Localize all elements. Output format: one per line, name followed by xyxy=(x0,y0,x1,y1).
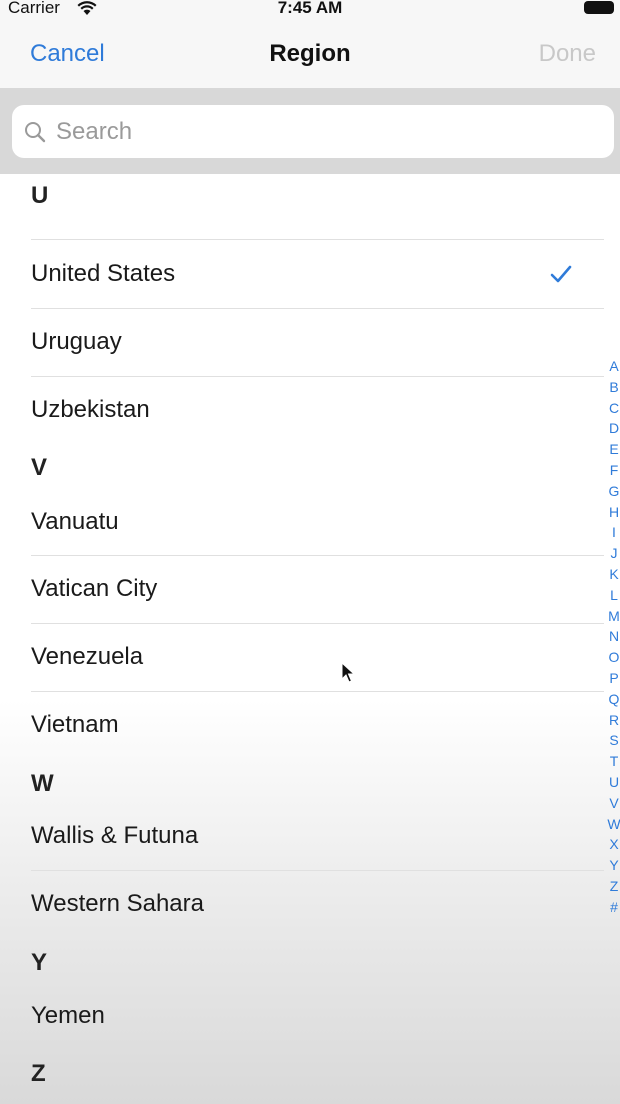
battery-icon xyxy=(584,1,614,14)
list-item-uruguay[interactable]: Uruguay xyxy=(0,309,604,376)
section-index-letter[interactable]: U xyxy=(606,772,620,793)
list-item-label: Western Sahara xyxy=(31,890,204,917)
section-index-letter[interactable]: Q xyxy=(606,689,620,710)
page-title: Region xyxy=(269,40,351,67)
region-list[interactable]: U United States Uruguay Uzbekistan V Van… xyxy=(0,174,620,1104)
list-item-vatican-city[interactable]: Vatican City xyxy=(0,556,604,623)
list-item-label: Vanuatu xyxy=(31,508,119,535)
list-item-label: Wallis & Futuna xyxy=(31,822,199,849)
section-index-letter[interactable]: H xyxy=(606,502,620,523)
section-index-letter[interactable]: N xyxy=(606,626,620,647)
section-index-letter[interactable]: W xyxy=(606,814,620,835)
clock: 7:45 AM xyxy=(277,0,343,17)
section-header-z: Z xyxy=(31,1060,46,1087)
search-icon xyxy=(25,122,46,143)
section-index-letter[interactable]: Y xyxy=(606,855,620,876)
list-item-label: Vatican City xyxy=(31,575,158,602)
section-index-letter[interactable]: D xyxy=(606,418,620,439)
section-index-letter[interactable]: # xyxy=(606,897,620,918)
list-item-yemen[interactable]: Yemen xyxy=(0,982,604,1052)
list-item-label: Uruguay xyxy=(31,328,122,355)
section-header-u: U xyxy=(31,182,49,209)
section-index-letter[interactable]: J xyxy=(606,543,620,564)
search-placeholder: Search xyxy=(56,118,133,145)
section-header-w: W xyxy=(31,770,54,797)
done-button[interactable]: Done xyxy=(539,40,596,68)
list-item-venezuela[interactable]: Venezuela xyxy=(0,624,604,691)
section-index-letter[interactable]: I xyxy=(606,522,620,543)
list-item-wallis-futuna[interactable]: Wallis & Futuna xyxy=(0,802,604,870)
search-bar: Search xyxy=(0,88,620,174)
list-item-label: United States xyxy=(31,260,176,287)
section-index[interactable]: A B C D E F G H I J K L M N O P Q R S T U V W X Y Z # xyxy=(606,356,620,918)
list-item-label: Yemen xyxy=(31,1002,105,1029)
search-input[interactable]: Search xyxy=(12,105,614,158)
list-item-vietnam[interactable]: Vietnam xyxy=(0,692,604,760)
list-item-label: Uzbekistan xyxy=(31,396,150,423)
section-index-letter[interactable]: T xyxy=(606,751,620,772)
section-index-letter[interactable]: G xyxy=(606,481,620,502)
section-header-v: V xyxy=(31,454,48,481)
section-index-letter[interactable]: C xyxy=(606,398,620,419)
section-index-letter[interactable]: F xyxy=(606,460,620,481)
checkmark-icon xyxy=(550,265,572,283)
section-index-letter[interactable]: M xyxy=(606,606,620,627)
list-item-uzbekistan[interactable]: Uzbekistan xyxy=(0,377,604,437)
section-index-letter[interactable]: L xyxy=(606,585,620,606)
section-index-letter[interactable]: X xyxy=(606,834,620,855)
section-index-letter[interactable]: P xyxy=(606,668,620,689)
list-item-vanuatu[interactable]: Vanuatu xyxy=(0,490,604,555)
status-bar: Carrier 7:45 AM xyxy=(0,0,620,20)
section-index-letter[interactable]: V xyxy=(606,793,620,814)
section-index-letter[interactable]: A xyxy=(606,356,620,377)
list-item-label: Venezuela xyxy=(31,643,144,670)
section-index-letter[interactable]: B xyxy=(606,377,620,398)
mouse-cursor-icon xyxy=(341,662,355,683)
section-header-y: Y xyxy=(31,949,48,976)
list-item-label: Vietnam xyxy=(31,711,119,738)
section-index-letter[interactable]: E xyxy=(606,439,620,460)
list-item-western-sahara[interactable]: Western Sahara xyxy=(0,871,604,939)
section-index-letter[interactable]: S xyxy=(606,730,620,751)
section-index-letter[interactable]: K xyxy=(606,564,620,585)
section-index-letter[interactable]: O xyxy=(606,647,620,668)
list-item-united-states[interactable]: United States xyxy=(0,240,604,308)
section-index-letter[interactable]: R xyxy=(606,710,620,731)
nav-bar: Cancel Region Done xyxy=(0,20,620,88)
section-index-letter[interactable]: Z xyxy=(606,876,620,897)
